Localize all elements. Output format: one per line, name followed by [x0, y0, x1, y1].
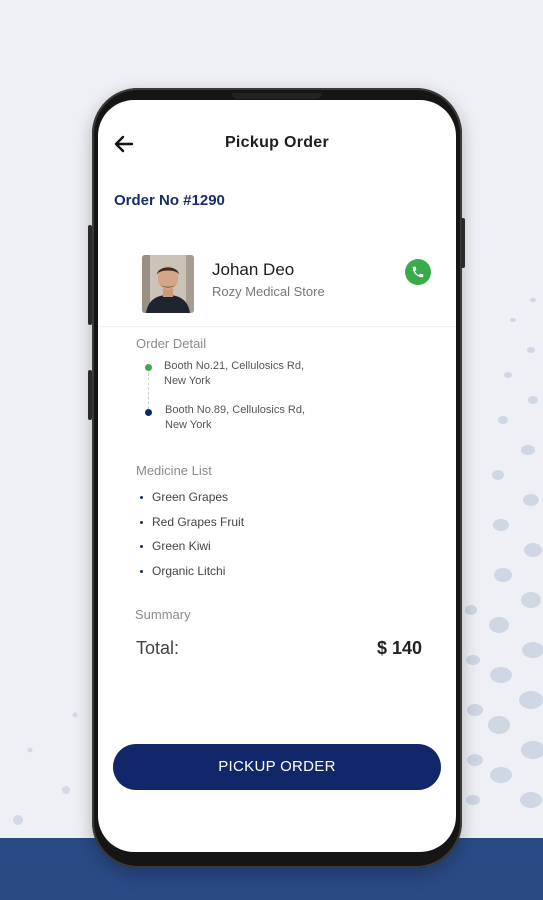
- call-button[interactable]: [405, 259, 431, 285]
- drop-address-line: New York: [165, 419, 212, 431]
- phone-side-button: [88, 225, 92, 325]
- bullet: [140, 545, 143, 548]
- customer-name: Johan Deo: [212, 260, 295, 279]
- order-detail-label: Order Detail: [136, 336, 207, 351]
- total-label: Total:: [136, 638, 180, 658]
- phone-side-button: [88, 370, 92, 420]
- bullet: [140, 570, 143, 573]
- medicine-name: Green Kiwi: [152, 539, 211, 553]
- order-number: Order No #1290: [114, 192, 225, 209]
- drop-address: Booth No.89, Cellulosics Rd, New York: [165, 403, 305, 433]
- medicine-list-label: Medicine List: [136, 463, 212, 478]
- divider: [98, 326, 456, 327]
- decorative-dots-left: [13, 712, 78, 825]
- avatar: [142, 255, 194, 313]
- phone-icon: [412, 266, 424, 278]
- route-line: [148, 373, 149, 409]
- medicine-name: Organic Litchi: [152, 564, 226, 578]
- pickup-address-line: New York: [164, 375, 211, 387]
- bullet: [140, 496, 143, 499]
- phone-side-button: [461, 218, 465, 268]
- avatar-image: [142, 255, 194, 313]
- medicine-name: Red Grapes Fruit: [152, 515, 245, 529]
- pickup-order-button[interactable]: PICKUP ORDER: [113, 744, 441, 790]
- customer-store: Rozy Medical Store: [212, 284, 325, 299]
- phone-speaker: [232, 93, 322, 99]
- drop-address-line: Booth No.89, Cellulosics Rd,: [165, 404, 306, 416]
- pickup-address: Booth No.21, Cellulosics Rd, New York: [164, 359, 304, 389]
- customer-card: Johan Deo Rozy Medical Store: [98, 240, 456, 328]
- pickup-location-dot: [145, 364, 152, 371]
- pickup-address-line: Booth No.21, Cellulosics Rd,: [164, 360, 305, 372]
- header: Pickup Order: [98, 130, 456, 158]
- bullet: [140, 521, 143, 524]
- app-screen: Pickup Order Order No #1290 Johan Deo Ro…: [98, 100, 456, 852]
- page-title: Pickup Order: [224, 134, 330, 151]
- medicine-name: Green Grapes: [152, 490, 229, 504]
- summary-label: Summary: [135, 607, 191, 622]
- total-value: $ 140: [376, 638, 422, 658]
- drop-location-dot: [145, 409, 152, 416]
